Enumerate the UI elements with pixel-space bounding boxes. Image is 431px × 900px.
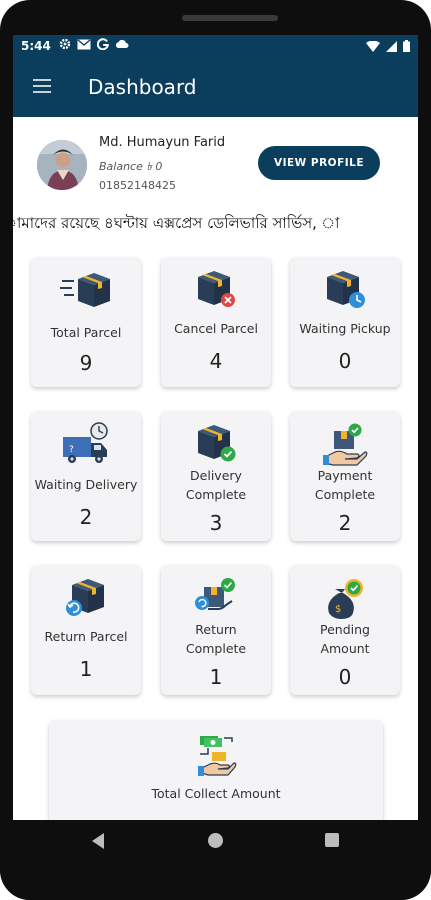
- profile-section: Md. Humayun Farid Balance ৳ 0 0185214842…: [13, 117, 418, 212]
- fast-box-icon: [60, 273, 110, 307]
- card-total-collect[interactable]: Total Collect Amount: [49, 720, 383, 820]
- gear-icon: [59, 38, 71, 50]
- marquee-text: ামাদের রয়েছে ৪ঘন্টায় এক্সপ্রেস ডেলিভার…: [13, 214, 340, 232]
- speaker-grille: [182, 15, 278, 21]
- wifi-icon: [366, 40, 380, 52]
- cash-hand-icon: [198, 736, 237, 776]
- profile-phone: 01852148425: [99, 179, 176, 192]
- notice-marquee: ামাদের রয়েছে ৪ঘন্টায় এক্সপ্রেস ডেলিভার…: [13, 209, 418, 235]
- card-cancel-parcel[interactable]: Cancel Parcel 4: [161, 257, 271, 387]
- mail-icon: [77, 39, 91, 49]
- back-icon[interactable]: [90, 832, 106, 850]
- phone-frame: 5:44 Dashboard Md. Humayun Farid Balance…: [0, 0, 431, 900]
- card-label: Waiting Delivery: [34, 477, 138, 492]
- card-label: Return Parcel: [44, 629, 128, 644]
- app-screen: 5:44 Dashboard Md. Humayun Farid Balance…: [13, 35, 418, 820]
- svg-text:$: $: [335, 604, 341, 615]
- card-value: 1: [209, 665, 223, 689]
- box-clock-icon: [327, 271, 365, 308]
- status-icons-right: [366, 40, 410, 52]
- battery-icon: [403, 40, 410, 52]
- status-bar: 5:44: [13, 35, 418, 59]
- recent-apps-icon[interactable]: [325, 833, 339, 847]
- card-value: 2: [79, 505, 93, 529]
- svg-text:?: ?: [69, 445, 74, 455]
- money-bag-icon: $: [328, 579, 363, 619]
- signal-icon: [386, 40, 397, 52]
- card-label: Total Parcel: [50, 325, 122, 340]
- box-cancel-icon: [198, 271, 235, 307]
- card-return-parcel[interactable]: Return Parcel 1: [31, 565, 141, 695]
- card-value: 0: [338, 349, 352, 373]
- card-label: Delivery Complete: [185, 468, 247, 502]
- system-nav-bar: [0, 820, 431, 900]
- cloud-icon: [115, 39, 129, 48]
- card-value: 0: [338, 665, 352, 689]
- box-check-icon: [198, 425, 236, 462]
- box-return-icon: [66, 579, 104, 616]
- card-value: 1: [79, 657, 93, 681]
- home-icon[interactable]: [208, 833, 223, 848]
- status-time: 5:44: [21, 39, 51, 53]
- card-payment-complete[interactable]: Payment Complete 2: [290, 411, 400, 541]
- page-title: Dashboard: [88, 75, 197, 99]
- card-value: 9: [79, 351, 93, 375]
- box-return-check-icon: [195, 578, 235, 610]
- card-waiting-delivery[interactable]: ? Waiting Delivery 2: [31, 411, 141, 541]
- card-label: Payment Complete: [314, 468, 376, 502]
- google-icon: [97, 38, 109, 50]
- avatar: [37, 140, 87, 190]
- card-delivery-complete[interactable]: Delivery Complete 3: [161, 411, 271, 541]
- view-profile-button[interactable]: VIEW PROFILE: [258, 146, 380, 180]
- card-value: 4: [209, 349, 223, 373]
- card-waiting-pickup[interactable]: Waiting Pickup 0: [290, 257, 400, 387]
- profile-name: Md. Humayun Farid: [99, 135, 226, 150]
- card-label: Cancel Parcel: [174, 321, 258, 336]
- menu-icon[interactable]: [33, 79, 51, 93]
- profile-balance: Balance ৳ 0: [99, 160, 163, 173]
- truck-clock-icon: ?: [63, 422, 108, 463]
- app-bar: Dashboard: [13, 59, 418, 117]
- card-label: Pending Amount: [320, 622, 370, 656]
- card-label: Waiting Pickup: [299, 321, 391, 336]
- card-value: 3: [209, 511, 223, 535]
- card-pending-amount[interactable]: $ Pending Amount 0: [290, 565, 400, 695]
- card-total-parcel[interactable]: Total Parcel 9: [31, 257, 141, 387]
- card-value: 2: [338, 511, 352, 535]
- card-label: Return Complete: [185, 622, 247, 656]
- dashboard-content[interactable]: Md. Humayun Farid Balance ৳ 0 0185214842…: [13, 117, 418, 820]
- status-icons-left: [59, 38, 129, 50]
- hand-box-check-icon: [323, 423, 368, 466]
- card-return-complete[interactable]: Return Complete 1: [161, 565, 271, 695]
- card-label: Total Collect Amount: [151, 786, 281, 801]
